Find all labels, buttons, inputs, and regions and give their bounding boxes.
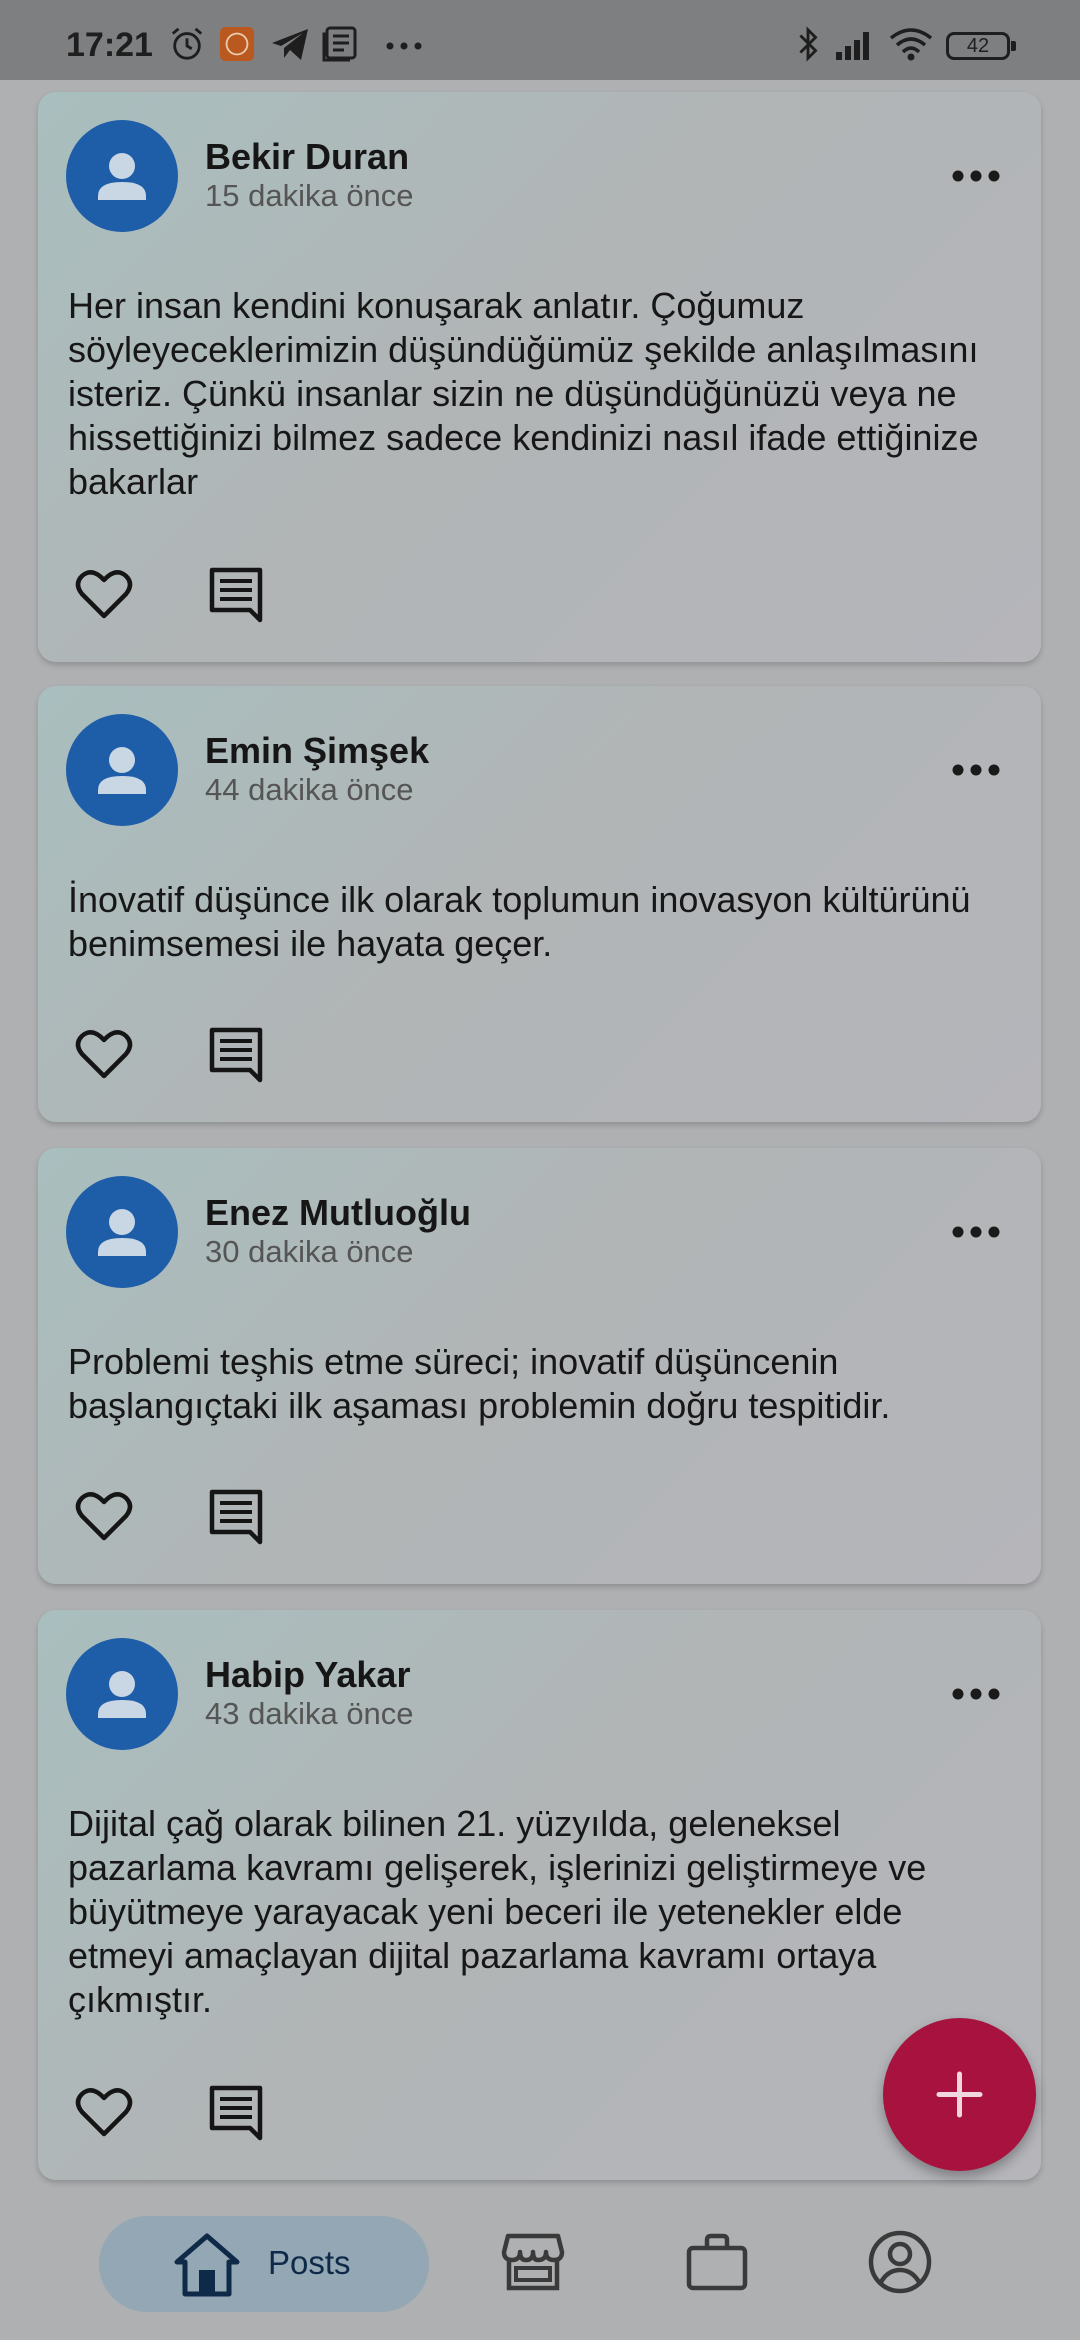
nav-label-posts[interactable]: Posts [268, 2244, 351, 2282]
more-icon [386, 42, 422, 50]
post-author[interactable]: Enez Mutluoğlu [205, 1192, 471, 1234]
status-bar: 17:21 42 [0, 0, 1080, 80]
post-time: 43 dakika önce [205, 1696, 414, 1731]
add-post-button[interactable] [883, 2018, 1036, 2171]
wifi-icon [889, 28, 933, 61]
avatar[interactable] [66, 1638, 178, 1750]
post-card: Bekir Duran 15 dakika önce Her insan ken… [38, 92, 1041, 662]
avatar[interactable] [66, 1176, 178, 1288]
comment-icon[interactable] [206, 1486, 266, 1546]
briefcase-icon[interactable] [684, 2230, 750, 2294]
post-author[interactable]: Bekir Duran [205, 136, 409, 178]
post-time: 44 dakika önce [205, 772, 414, 807]
plus-icon [936, 2071, 983, 2118]
more-options-icon[interactable] [951, 1222, 1001, 1242]
more-options-icon[interactable] [951, 1684, 1001, 1704]
comment-icon[interactable] [206, 1024, 266, 1084]
account-icon[interactable] [866, 2228, 934, 2296]
status-time: 17:21 [66, 26, 153, 64]
post-text: Problemi teşhis etme süreci; inovatif dü… [68, 1341, 891, 1426]
post-author[interactable]: Habip Yakar [205, 1654, 410, 1696]
battery-icon: 42 [946, 32, 1016, 60]
avatar[interactable] [66, 120, 178, 232]
like-heart-icon[interactable] [74, 1486, 134, 1546]
post-card: Enez Mutluoğlu 30 dakika önce Problemi t… [38, 1148, 1041, 1584]
avatar[interactable] [66, 714, 178, 826]
more-options-icon[interactable] [951, 166, 1001, 186]
news-icon [322, 26, 357, 62]
mi-app-icon [219, 26, 255, 62]
comment-icon[interactable] [206, 2082, 266, 2142]
post-author[interactable]: Emin Şimşek [205, 730, 429, 772]
post-time: 15 dakika önce [205, 178, 414, 213]
like-heart-icon[interactable] [74, 1024, 134, 1084]
nav-item-posts[interactable] [99, 2216, 429, 2312]
battery-level: 42 [966, 35, 990, 57]
person-icon [98, 153, 146, 200]
post-time: 30 dakika önce [205, 1234, 414, 1269]
post-feed[interactable]: Bekir Duran 15 dakika önce Her insan ken… [0, 80, 1080, 2180]
telegram-icon [272, 29, 308, 60]
bottom-navigation: Posts [0, 2188, 1080, 2340]
like-heart-icon[interactable] [74, 564, 134, 624]
person-icon [98, 1671, 146, 1718]
post-text: İnovatif düşünce ilk olarak toplumun ino… [68, 879, 971, 964]
home-icon [174, 2233, 240, 2297]
post-text: Her insan kendini konuşarak anlatır. Çoğ… [68, 285, 979, 502]
post-text: Dijital çağ olarak bilinen 21. yüzyılda,… [68, 1803, 927, 2020]
person-icon [98, 747, 146, 794]
post-card: Emin Şimşek 44 dakika önce İnovatif düşü… [38, 686, 1041, 1122]
like-heart-icon[interactable] [74, 2082, 134, 2142]
more-options-icon[interactable] [951, 760, 1001, 780]
comment-icon[interactable] [206, 564, 266, 624]
alarm-icon [171, 27, 203, 60]
bluetooth-icon [799, 26, 818, 62]
person-icon [98, 1209, 146, 1256]
signal-icon [836, 32, 869, 60]
store-icon[interactable] [500, 2230, 566, 2294]
